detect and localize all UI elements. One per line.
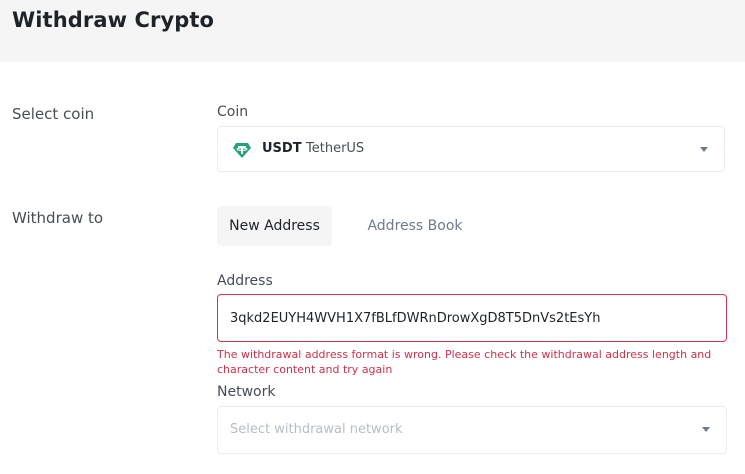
select-coin-label: Select coin xyxy=(12,105,95,123)
chevron-down-icon xyxy=(702,427,710,432)
network-field-label: Network xyxy=(217,384,276,400)
tab-new-address[interactable]: New Address xyxy=(217,206,332,246)
coin-name: TetherUS xyxy=(306,141,365,156)
coin-symbol: USDT xyxy=(262,141,302,156)
withdraw-to-label: Withdraw to xyxy=(12,209,104,227)
coin-select[interactable]: USDT TetherUS xyxy=(217,126,725,172)
page-title: Withdraw Crypto xyxy=(12,8,215,32)
address-input[interactable] xyxy=(217,294,727,342)
tab-address-book[interactable]: Address Book xyxy=(355,206,475,246)
page-header: Withdraw Crypto xyxy=(0,0,745,62)
tether-icon xyxy=(233,143,251,158)
network-select[interactable]: Select withdrawal network xyxy=(217,406,727,454)
address-field-label: Address xyxy=(217,273,273,289)
address-error-message: The withdrawal address format is wrong. … xyxy=(217,348,712,376)
chevron-down-icon xyxy=(700,147,708,152)
coin-field-label: Coin xyxy=(217,104,249,120)
network-placeholder: Select withdrawal network xyxy=(230,422,403,437)
